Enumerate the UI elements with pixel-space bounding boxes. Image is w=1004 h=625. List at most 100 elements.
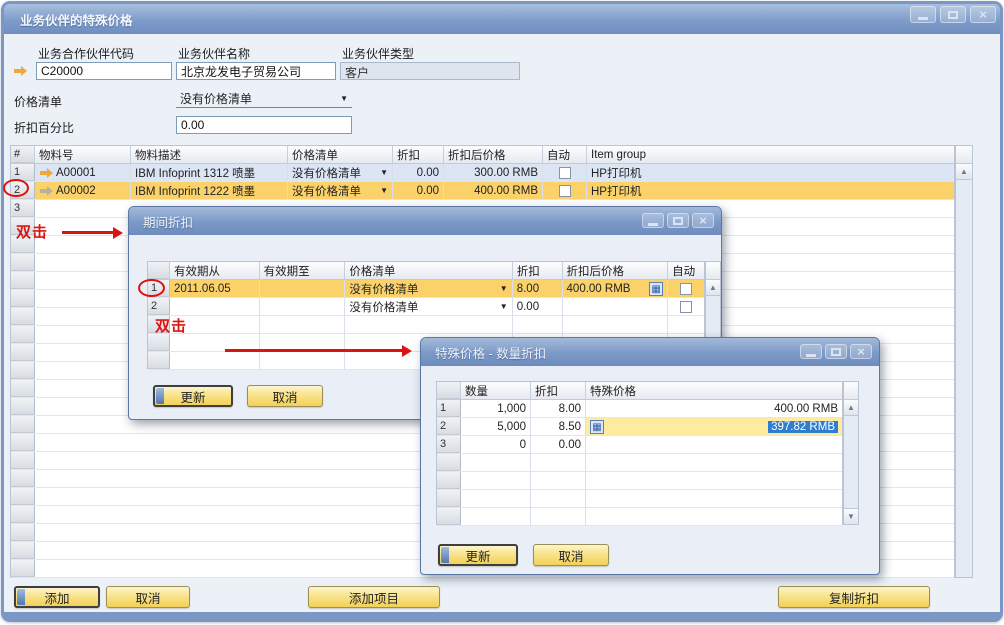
row-header[interactable] <box>11 560 35 577</box>
pricelist-cell[interactable]: 没有价格清单▼ <box>345 298 512 315</box>
table-row[interactable] <box>437 508 842 526</box>
col-header-desc[interactable]: 物料描述 <box>131 146 288 163</box>
maximize-button[interactable] <box>667 213 689 228</box>
empty-cell[interactable] <box>461 454 531 471</box>
update-button[interactable]: 更新 <box>153 385 233 407</box>
row-header[interactable] <box>11 416 35 433</box>
table-row[interactable]: 3 0 0.00 <box>437 436 842 454</box>
vertical-scrollbar[interactable]: ▲ <box>955 145 973 578</box>
item-group-cell[interactable]: HP打印机 <box>587 164 954 181</box>
table-row[interactable] <box>437 472 842 490</box>
auto-checkbox[interactable] <box>680 301 692 313</box>
row-header[interactable] <box>11 290 35 307</box>
table-row-selected[interactable]: 2 A00002 IBM Infoprint 1222 喷墨 没有价格清单▼ 0… <box>11 182 954 200</box>
vertical-scrollbar[interactable]: ▲ ▼ <box>843 381 859 525</box>
auto-checkbox[interactable] <box>559 167 571 179</box>
auto-checkbox[interactable] <box>559 185 571 197</box>
empty-cell[interactable] <box>461 508 531 525</box>
valid-to-cell[interactable] <box>260 280 346 297</box>
cancel-button[interactable]: 取消 <box>106 586 190 608</box>
empty-cell[interactable] <box>513 316 563 333</box>
item-desc-cell[interactable]: IBM Infoprint 1222 喷墨 <box>131 182 288 199</box>
link-arrow-icon[interactable] <box>39 186 53 196</box>
col-header-discount[interactable]: 折扣 <box>393 146 444 163</box>
col-header-price[interactable]: 折扣后价格 <box>563 262 669 279</box>
empty-cell[interactable] <box>531 472 586 489</box>
add-item-button[interactable]: 添加项目 <box>308 586 440 608</box>
empty-cell[interactable] <box>345 316 512 333</box>
row-header[interactable] <box>437 454 461 471</box>
row-header[interactable] <box>437 472 461 489</box>
col-header-itemgroup[interactable]: Item group <box>587 146 954 163</box>
col-header-item[interactable]: 物料号 <box>35 146 131 163</box>
table-row[interactable] <box>437 490 842 508</box>
qty-cell[interactable]: 0 <box>461 436 531 453</box>
empty-cell[interactable] <box>531 454 586 471</box>
discount-cell[interactable]: 0.00 <box>531 436 586 453</box>
copy-discount-button[interactable]: 复制折扣 <box>778 586 930 608</box>
qty-cell[interactable]: 1,000 <box>461 400 531 417</box>
empty-cell[interactable] <box>586 490 842 507</box>
empty-cell[interactable] <box>260 316 346 333</box>
cancel-button[interactable]: 取消 <box>247 385 323 407</box>
discount-cell[interactable]: 0.00 <box>393 164 444 181</box>
price-list-combo[interactable]: 没有价格清单 ▼ <box>176 90 352 108</box>
empty-cell[interactable] <box>260 352 346 369</box>
empty-cell[interactable] <box>170 352 260 369</box>
row-header[interactable] <box>11 326 35 343</box>
row-header[interactable] <box>11 344 35 361</box>
row-header[interactable] <box>11 470 35 487</box>
discount-cell[interactable]: 0.00 <box>393 182 444 199</box>
col-header-pricelist[interactable]: 价格清单 <box>345 262 512 279</box>
add-button[interactable]: 添加 <box>14 586 100 608</box>
scroll-up-button[interactable]: ▲ <box>844 400 858 416</box>
row-header[interactable] <box>437 490 461 507</box>
price-cell[interactable] <box>563 298 669 315</box>
discount-cell[interactable]: 8.50 <box>531 418 586 435</box>
scroll-up-button[interactable]: ▲ <box>706 280 720 296</box>
special-price-cell[interactable] <box>586 436 842 453</box>
item-group-cell[interactable]: HP打印机 <box>587 182 954 199</box>
discount-cell[interactable]: 8.00 <box>531 400 586 417</box>
maximize-button[interactable] <box>825 344 847 359</box>
row-header[interactable] <box>11 308 35 325</box>
row-header[interactable] <box>148 334 170 351</box>
table-row[interactable]: 2 没有价格清单▼ 0.00 <box>148 298 704 316</box>
scroll-up-button[interactable]: ▲ <box>956 164 972 180</box>
minimize-button[interactable] <box>910 6 936 23</box>
scroll-down-button[interactable]: ▼ <box>844 508 858 524</box>
close-button[interactable]: × <box>970 6 996 23</box>
col-header-valid-from[interactable]: 有效期从 <box>170 262 260 279</box>
col-header-discount[interactable]: 折扣 <box>513 262 563 279</box>
row-header[interactable] <box>11 272 35 289</box>
empty-cell[interactable] <box>586 454 842 471</box>
item-code-cell[interactable]: A00001 <box>35 164 131 181</box>
table-row[interactable]: 1 1,000 8.00 400.00 RMB <box>437 400 842 418</box>
update-button[interactable]: 更新 <box>438 544 518 566</box>
maximize-button[interactable] <box>940 6 966 23</box>
item-desc-cell[interactable]: IBM Infoprint 1312 喷墨 <box>131 164 288 181</box>
row-number[interactable]: 3 <box>11 200 35 217</box>
valid-from-cell[interactable] <box>170 298 260 315</box>
row-header[interactable] <box>11 398 35 415</box>
col-header-num[interactable] <box>437 382 461 399</box>
table-row-selected[interactable]: 1 2011.06.05 没有价格清单▼ 8.00 400.00 RMB▦ <box>148 280 704 298</box>
table-row[interactable]: 1 A00001 IBM Infoprint 1312 喷墨 没有价格清单▼ 0… <box>11 164 954 182</box>
calculator-icon[interactable]: ▦ <box>649 282 663 296</box>
col-header-discount[interactable]: 折扣 <box>531 382 586 399</box>
empty-cell[interactable] <box>586 508 842 525</box>
special-price-cell[interactable]: 400.00 RMB <box>586 400 842 417</box>
auto-checkbox[interactable] <box>680 283 692 295</box>
col-header-price[interactable]: 折扣后价格 <box>444 146 543 163</box>
row-header[interactable] <box>11 488 35 505</box>
empty-cell[interactable] <box>461 472 531 489</box>
table-row[interactable] <box>148 316 704 334</box>
empty-cell[interactable] <box>668 316 704 333</box>
pricelist-cell[interactable]: 没有价格清单▼ <box>288 182 393 199</box>
col-header-num[interactable]: # <box>11 146 35 163</box>
col-header-qty[interactable]: 数量 <box>461 382 531 399</box>
row-header[interactable] <box>11 362 35 379</box>
row-header[interactable] <box>11 380 35 397</box>
row-header[interactable] <box>437 508 461 525</box>
valid-to-cell[interactable] <box>260 298 346 315</box>
